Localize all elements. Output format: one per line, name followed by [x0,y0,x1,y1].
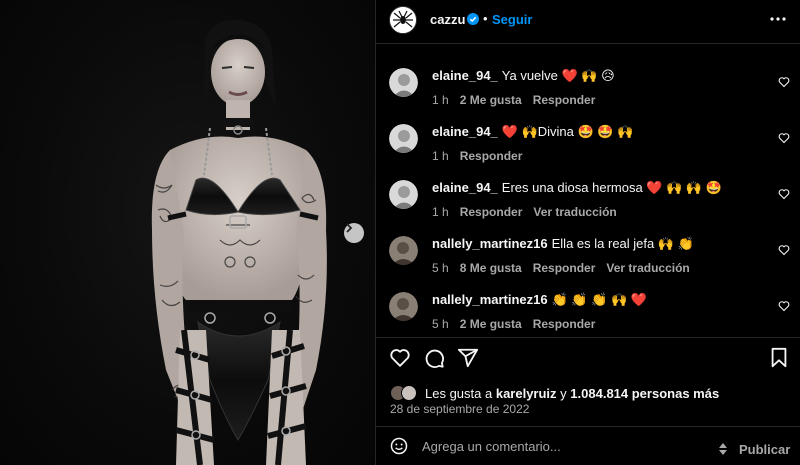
comment-item: elaine_94_ Ya vuelve ❤️ 🙌 😥 1 h 2 Me gusta… [376,67,800,123]
comment-username[interactable]: nallely_martinez16 [432,292,548,307]
commenter-avatar[interactable] [389,68,418,97]
post-actions [376,345,800,375]
reply-button[interactable]: Responder [533,261,596,275]
post-date[interactable]: 28 de septiembre de 2022 [390,402,529,416]
avatar-photo [389,180,418,209]
comment-username[interactable]: nallely_martinez16 [432,236,548,251]
comment-username[interactable]: elaine_94_ [432,124,498,139]
comment-time: 1 h [432,93,449,107]
avatar-photo [389,236,418,265]
post-header: cazzu • Seguir [376,0,800,44]
follow-button[interactable]: Seguir [492,12,532,27]
comment-likes[interactable]: 2 Me gusta [460,317,522,331]
commenter-avatar[interactable] [389,180,418,209]
translate-button[interactable]: Ver traducción [533,205,616,219]
publish-button[interactable]: Publicar [739,442,790,457]
translate-button[interactable]: Ver traducción [606,261,689,275]
heart-outline-icon[interactable] [778,244,790,256]
avatar-photo [389,292,418,321]
comment-likes[interactable]: 2 Me gusta [460,93,522,107]
commenter-avatar[interactable] [389,236,418,265]
heart-outline-icon[interactable] [778,188,790,200]
comment-username[interactable]: elaine_94_ [432,180,498,195]
post-sidebar: cazzu • Seguir elaine_94_ Ya vuelve ❤️ 🙌 … [375,0,800,465]
comment-time: 1 h [432,205,449,219]
avatar-photo [389,124,418,153]
comment-input[interactable] [422,435,712,457]
avatar-photo [389,68,418,97]
reply-button[interactable]: Responder [533,317,596,331]
heart-outline-icon[interactable] [778,300,790,312]
comment-time: 1 h [432,149,449,163]
liker-avatar [401,385,417,401]
comment-bubble-icon[interactable] [423,347,445,369]
spider-logo-icon [390,7,416,33]
comment-text: 👏 👏 👏 🙌 ❤️ [551,292,648,307]
comment-text: ❤️ 🙌Divina 🤩 🤩 🙌 [501,124,634,139]
author-username[interactable]: cazzu [430,12,465,27]
comment-text: Eres una diosa hermosa ❤️ 🙌 🙌 🤩 [501,180,722,195]
reply-button[interactable]: Responder [533,93,596,107]
commenter-avatar[interactable] [389,124,418,153]
post-image[interactable] [0,0,375,465]
comment-item: elaine_94_ ❤️ 🙌Divina 🤩 🤩 🙌 1 h Responder [376,123,800,179]
comment-username[interactable]: elaine_94_ [432,68,498,83]
comment-item: nallely_martinez16 Ella es la real jefa 🙌… [376,235,800,291]
bookmark-save-icon[interactable] [769,347,789,369]
likes-count[interactable]: 1.084.814 personas más [570,386,719,401]
comment-text: Ella es la real jefa 🙌 👏 [551,236,694,251]
heart-outline-icon[interactable] [778,76,790,88]
next-image-button[interactable] [344,223,364,243]
share-send-icon[interactable] [457,347,479,369]
verified-badge-icon [467,13,479,25]
post-photo [151,19,327,465]
heart-like-icon[interactable] [389,347,411,369]
header-separator: • [483,11,488,26]
reply-button[interactable]: Responder [460,205,523,219]
author-avatar[interactable] [389,6,417,34]
comment-time: 5 h [432,317,449,331]
comments-list: elaine_94_ Ya vuelve ❤️ 🙌 😥 1 h2 Me gusta… [376,45,800,335]
comment-composer: Publicar [376,427,800,465]
scroll-updown-icon[interactable] [718,442,728,456]
emoji-smiley-icon[interactable] [390,437,408,455]
section-divider [376,337,800,338]
liker-avatars[interactable] [390,385,418,401]
reply-button[interactable]: Responder [460,149,523,163]
comment-likes[interactable]: 8 Me gusta [460,261,522,275]
heart-outline-icon[interactable] [778,132,790,144]
comment-time: 5 h [432,261,449,275]
comment-item: nallely_martinez16 👏 👏 👏 🙌 ❤️ 5 h 2 Me gus… [376,291,800,347]
more-horizontal-icon[interactable] [769,10,787,28]
likes-summary: Les gusta a karelyruiz y 1.084.814 perso… [390,384,719,402]
liker-username[interactable]: karelyruiz [496,386,557,401]
commenter-avatar[interactable] [389,292,418,321]
comment-item: elaine_94_ Eres una diosa hermosa ❤️ 🙌 🙌 … [376,179,800,235]
comment-text: Ya vuelve ❤️ 🙌 😥 [501,68,615,83]
chevron-right-icon [346,223,353,233]
likes-text: Les gusta a karelyruiz y 1.084.814 perso… [425,385,720,401]
